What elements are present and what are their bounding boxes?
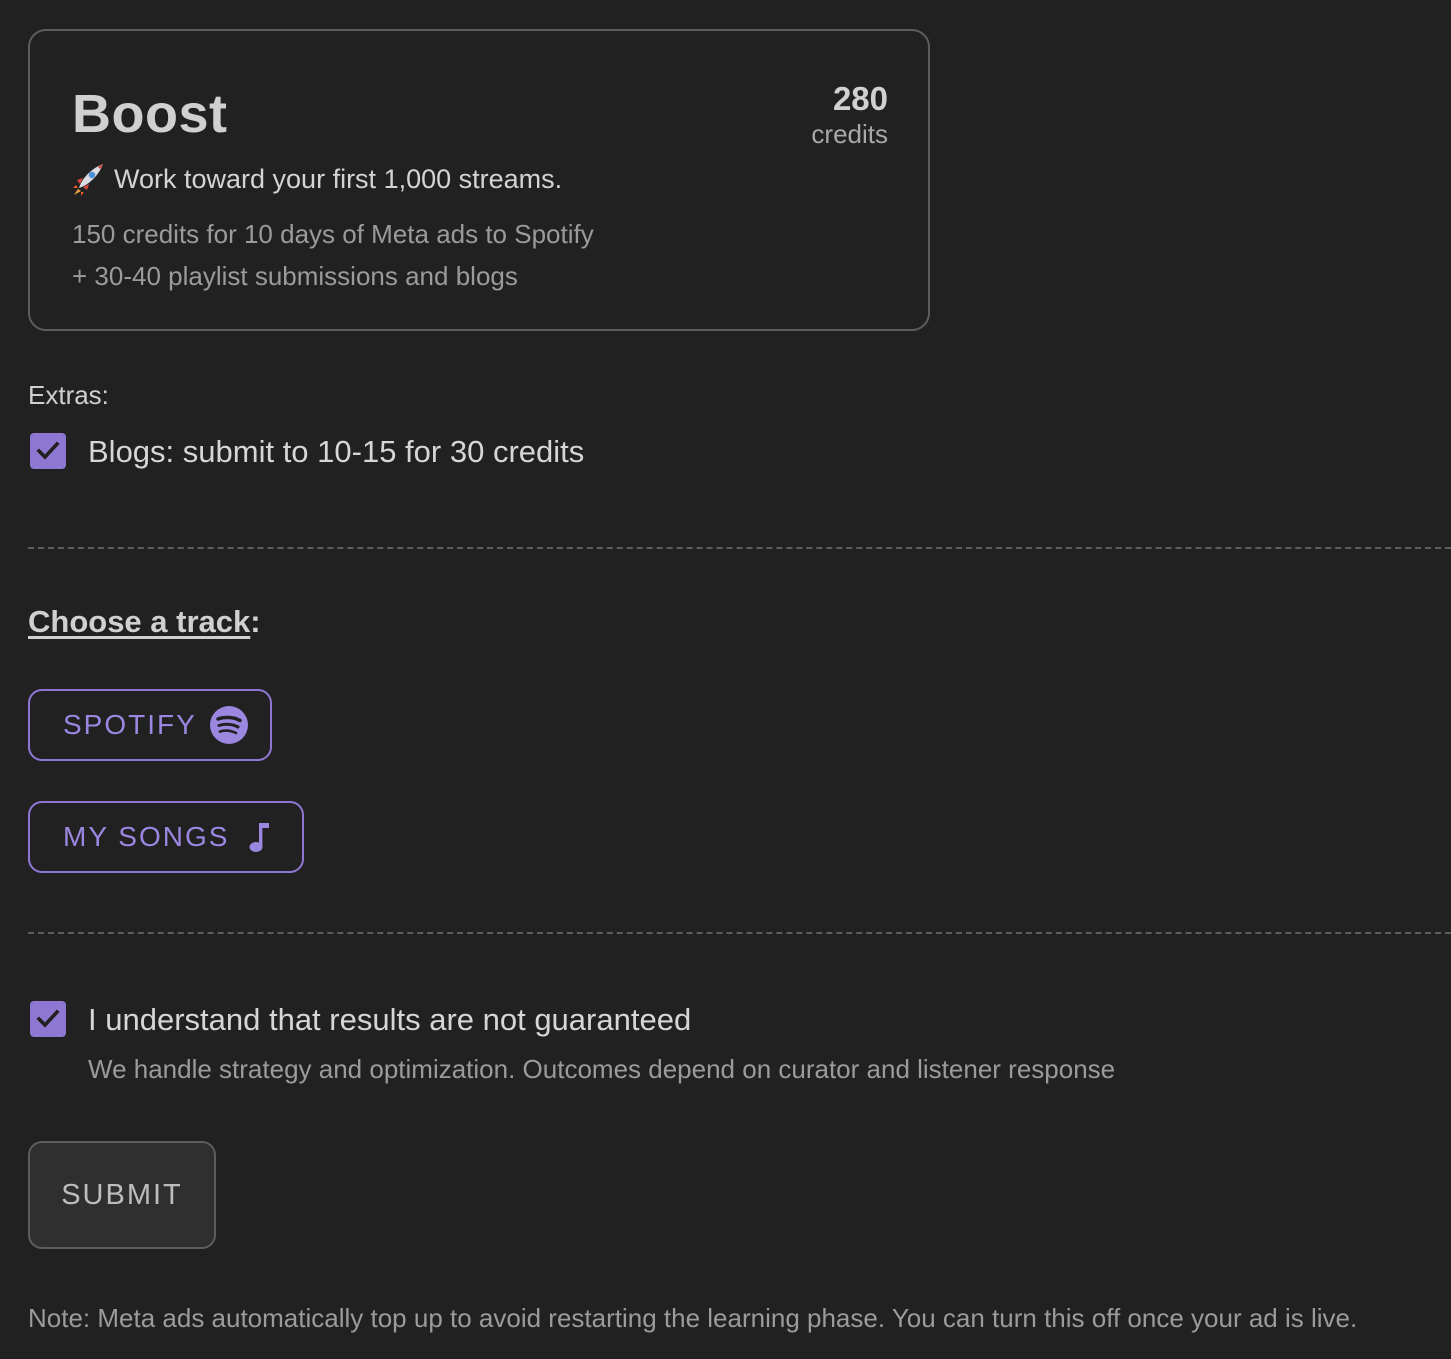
- checkmark-icon: [36, 441, 60, 460]
- checkmark-icon: [36, 1009, 60, 1028]
- rocket-icon: [70, 161, 106, 197]
- section-divider: [28, 547, 1451, 549]
- page: Boost 280 credits Work toward your first…: [0, 0, 1451, 1359]
- my-songs-button-label: MY SONGS: [63, 821, 230, 852]
- plan-detail-line-2: + 30-40 playlist submissions and blogs: [72, 261, 518, 291]
- consent-sublabel: We handle strategy and optimization. Out…: [88, 1054, 1116, 1084]
- plan-title: Boost: [72, 84, 228, 144]
- blogs-checkbox[interactable]: [30, 433, 66, 469]
- submit-button[interactable]: SUBMIT: [28, 1141, 216, 1249]
- extras-label: Extras:: [28, 380, 109, 410]
- spotify-button-label: SPOTIFY: [63, 709, 197, 740]
- plan-credits-unit: credits: [811, 119, 888, 149]
- spotify-icon: [209, 705, 249, 745]
- music-note-icon: [247, 820, 273, 854]
- my-songs-button[interactable]: MY SONGS: [28, 801, 304, 873]
- footer-note: Note: Meta ads automatically top up to a…: [28, 1303, 1358, 1333]
- plan-credits: 280 credits: [811, 81, 888, 151]
- plan-detail-line-1: 150 credits for 10 days of Meta ads to S…: [72, 219, 594, 249]
- section-divider: [28, 932, 1451, 934]
- blogs-checkbox-label[interactable]: Blogs: submit to 10-15 for 30 credits: [88, 434, 584, 470]
- plan-tagline-text: Work toward your first 1,000 streams.: [114, 163, 563, 194]
- consent-checkbox-label[interactable]: I understand that results are not guaran…: [88, 1002, 691, 1038]
- consent-checkbox[interactable]: [30, 1001, 66, 1037]
- spotify-button[interactable]: SPOTIFY: [28, 689, 272, 761]
- choose-track-label: Choose a track:: [28, 604, 261, 639]
- plan-tagline: Work toward your first 1,000 streams.: [70, 161, 562, 197]
- plan-credits-value: 280: [832, 80, 888, 117]
- plan-card: Boost 280 credits Work toward your first…: [28, 29, 930, 331]
- plan-details: 150 credits for 10 days of Meta ads to S…: [72, 213, 594, 297]
